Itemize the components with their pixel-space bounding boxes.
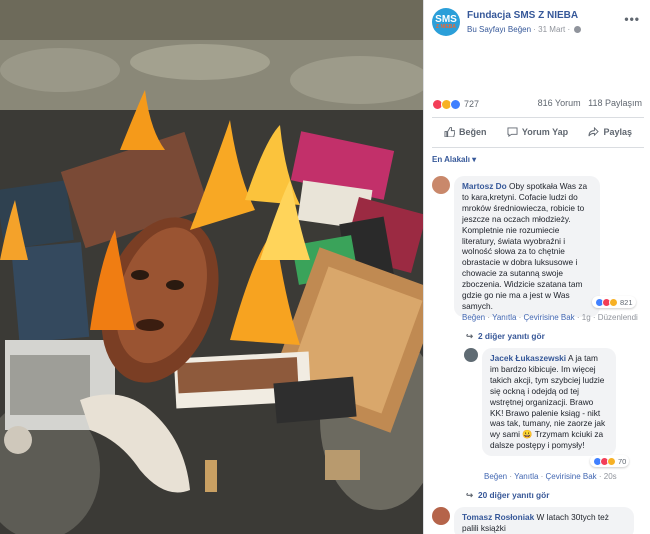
like-button[interactable]: Beğen: [444, 127, 487, 137]
see-translation-link[interactable]: Çevirisine Bak: [524, 313, 575, 322]
divider: [432, 117, 644, 118]
globe-icon: [574, 26, 582, 33]
post-side-panel: SMS Z NIEBA Fundacja SMS Z NIEBA Bu Sayf…: [423, 0, 650, 534]
comment-button[interactable]: Yorum Yap: [507, 127, 568, 137]
comment-actions: Beğen · Yanıtla · Çevirisine Bak · 20s: [484, 472, 617, 481]
comment-reactions[interactable]: 821: [592, 296, 636, 308]
page-name-link[interactable]: Fundacja SMS Z NIEBA: [467, 10, 578, 21]
avatar[interactable]: [464, 348, 478, 362]
like-label: Beğen: [459, 127, 487, 137]
post-header: SMS Z NIEBA Fundacja SMS Z NIEBA Bu Sayf…: [432, 8, 644, 42]
comment-like-link[interactable]: Beğen: [484, 472, 507, 481]
comment-like-link[interactable]: Beğen: [462, 313, 485, 322]
comment-bubble: Tomasz Rosłoniak W latach 30tych też pal…: [454, 507, 634, 534]
comment-label: Yorum Yap: [521, 127, 569, 137]
like-reaction-icon: [450, 98, 461, 110]
post-meta: Bu Sayfayı Beğen · 31 Mart ·: [467, 25, 582, 34]
comment-item: Jacek Łukaszewski A ja tam im bardzo kib…: [464, 348, 644, 483]
edited-label: Düzenlendi: [597, 313, 638, 322]
avatar-text: SMS: [435, 13, 457, 25]
divider: [432, 147, 644, 148]
post-date[interactable]: 31 Mart: [538, 25, 565, 34]
replies-label: 20 diğer yanıtı gör: [477, 490, 550, 500]
comment-author[interactable]: Jacek Łukaszewski: [490, 353, 566, 363]
reaction-count: 821: [620, 297, 633, 307]
comment-reply-link[interactable]: Yanıtla: [492, 313, 516, 322]
avatar[interactable]: [432, 176, 450, 194]
comment-item: Martosz Do Oby spotkała Was za to kara,k…: [432, 176, 644, 336]
share-button[interactable]: Paylaş: [588, 127, 632, 137]
shares-count-link[interactable]: 118 Paylaşım: [588, 98, 642, 108]
replies-label: 2 diğer yanıtı gör: [477, 331, 545, 341]
comment-sort-dropdown[interactable]: En Alakalı ▾: [432, 155, 476, 164]
share-label: Paylaş: [603, 127, 632, 137]
view-replies-link[interactable]: ↪ 20 diğer yanıtı gör: [466, 490, 549, 500]
comment-icon: [507, 127, 518, 137]
burning-books-image: [0, 0, 423, 534]
comments-count-link[interactable]: 816 Yorum: [538, 98, 581, 108]
reaction-count: 727: [464, 99, 480, 109]
post-photo[interactable]: [0, 0, 423, 534]
thumbs-up-icon: [444, 127, 455, 137]
reply-arrow-icon: ↪: [466, 331, 473, 341]
comment-reply-link[interactable]: Yanıtla: [514, 472, 538, 481]
comment-bubble: Jacek Łukaszewski A ja tam im bardzo kib…: [482, 348, 616, 457]
comment-reactions[interactable]: 70: [590, 455, 630, 467]
comment-author[interactable]: Tomasz Rosłoniak: [462, 512, 534, 522]
page-avatar[interactable]: SMS Z NIEBA: [432, 8, 460, 36]
share-icon: [588, 127, 600, 137]
post-stats: 727 816 Yorum 118 Paylaşım: [432, 98, 644, 112]
comment-author[interactable]: Martosz Do: [462, 181, 507, 191]
haha-reaction-icon: [607, 456, 616, 466]
comment-text: Oby spotkała Was za to kara,kretyni. Cof…: [462, 181, 588, 311]
comment-share-counts: 816 Yorum 118 Paylaşım: [538, 98, 642, 108]
see-translation-link[interactable]: Çevirisine Bak: [546, 472, 597, 481]
comment-item: Tomasz Rosłoniak W latach 30tych też pal…: [432, 507, 644, 534]
comment-time[interactable]: 1g: [582, 313, 591, 322]
avatar[interactable]: [432, 507, 450, 525]
haha-reaction-icon: [609, 297, 618, 307]
avatar-subtext: Z NIEBA: [436, 23, 456, 30]
comment-text: A ja tam im bardzo kibicuje. Im więcej t…: [490, 353, 606, 451]
view-replies-link[interactable]: ↪ 2 diğer yanıtı gör: [466, 331, 545, 341]
comment-bubble: Martosz Do Oby spotkała Was za to kara,k…: [454, 176, 600, 317]
like-page-link[interactable]: Bu Sayfayı Beğen: [467, 25, 531, 34]
reply-arrow-icon: ↪: [466, 490, 473, 500]
comment-actions: Beğen · Yanıtla · Çevirisine Bak · 1g · …: [462, 313, 638, 322]
more-options-button[interactable]: •••: [624, 12, 640, 26]
reaction-summary[interactable]: 727: [432, 98, 479, 110]
reaction-count: 70: [618, 456, 627, 466]
post-actions: Beğen Yorum Yap Paylaş: [432, 121, 644, 143]
comment-time[interactable]: 20s: [604, 472, 617, 481]
